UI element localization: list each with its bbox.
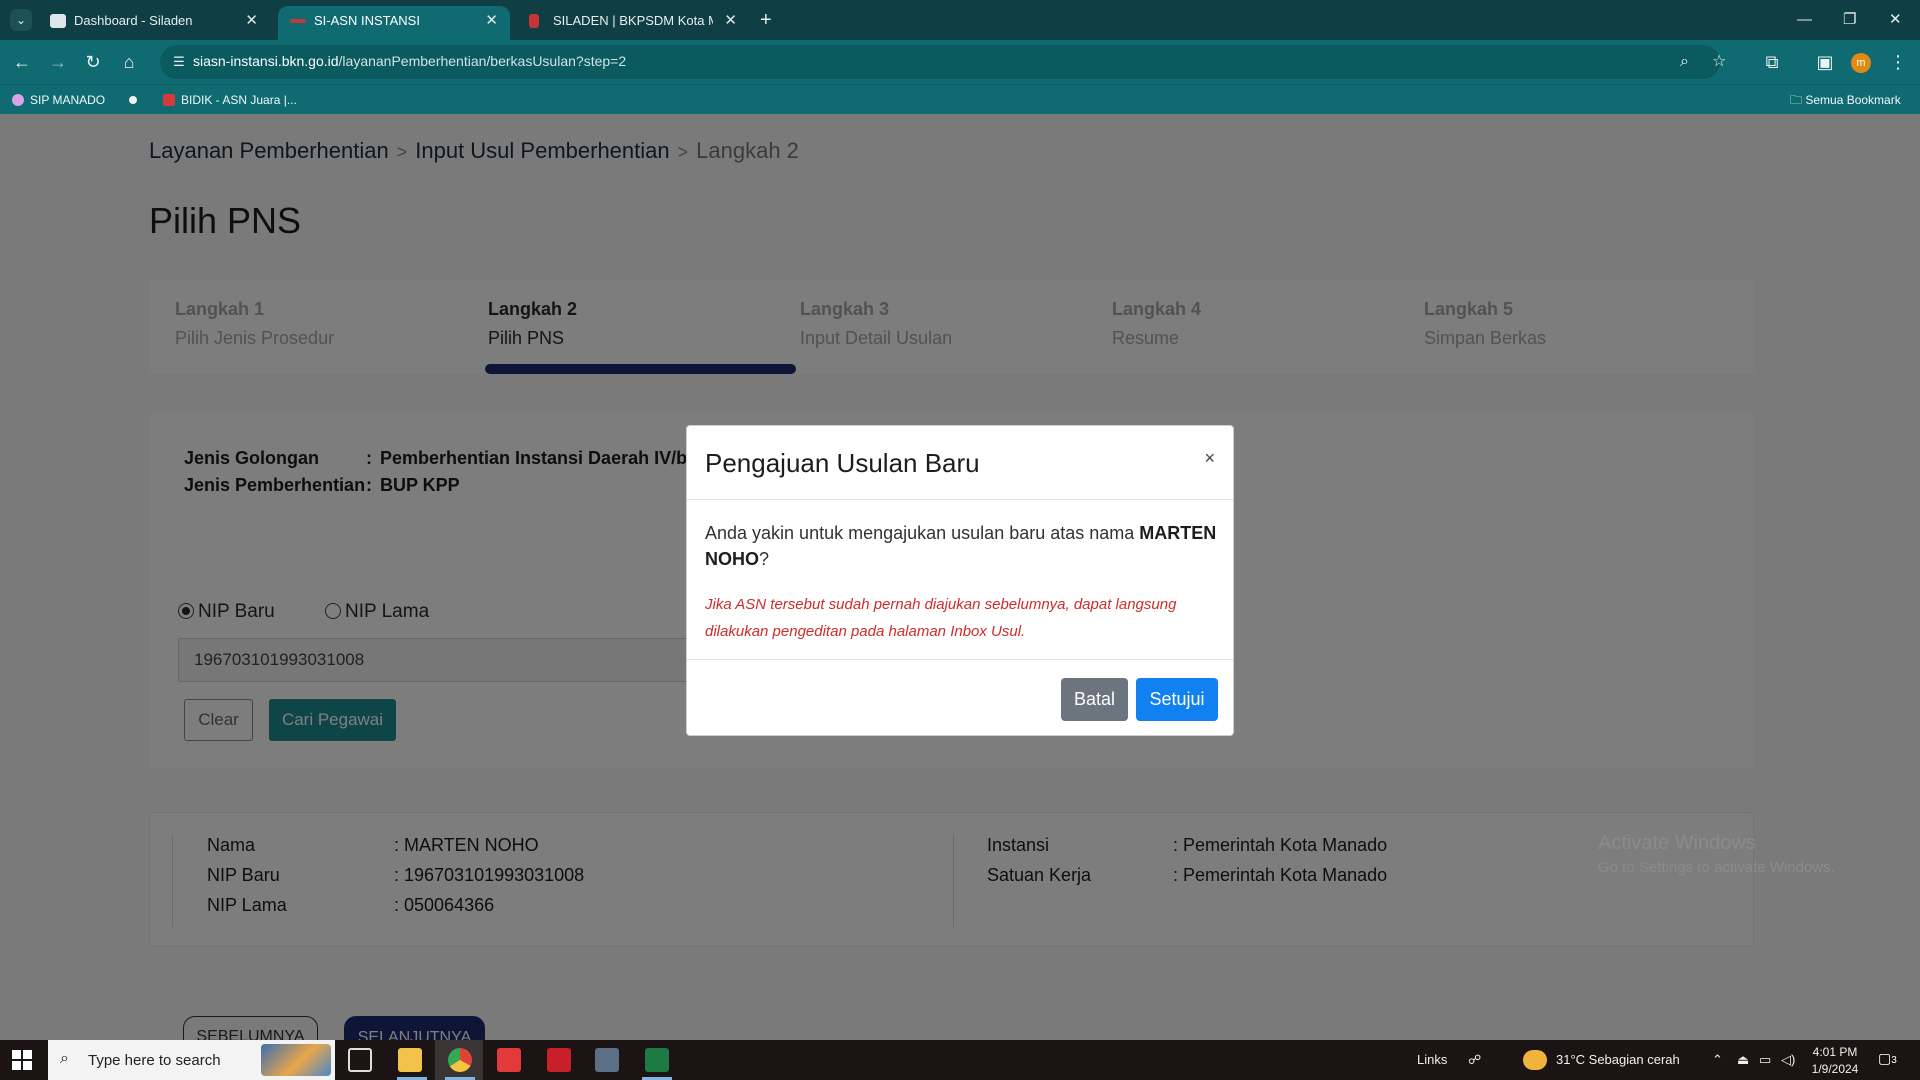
search-icon: ⌕: [60, 1050, 69, 1067]
activate-windows-watermark: Activate Windows Go to Settings to activ…: [1598, 832, 1835, 876]
windows-taskbar: ⌕ Type here to search Links ☍ 31°C Sebag…: [0, 1040, 1920, 1080]
calculator-icon[interactable]: [595, 1048, 619, 1072]
window-close-icon[interactable]: ✕: [1889, 6, 1902, 34]
siladen-favicon-icon: [50, 14, 66, 28]
close-tab-icon[interactable]: ✕: [245, 6, 258, 36]
bidik-favicon-icon: [163, 94, 175, 106]
modal-title: Pengajuan Usulan Baru: [705, 448, 980, 478]
tab-dashboard-siladen[interactable]: Dashboard - Siladen ✕: [38, 6, 270, 40]
profile-avatar[interactable]: m: [1851, 53, 1871, 73]
close-tab-icon[interactable]: ✕: [485, 6, 498, 36]
zoom-icon[interactable]: ⌕: [1680, 52, 1689, 72]
weather-text[interactable]: 31°C Sebagian cerah: [1556, 1052, 1680, 1067]
tab-siasn-instansi[interactable]: SI-ASN INSTANSI ✕: [278, 6, 510, 40]
address-bar[interactable]: ☰ siasn-instansi.bkn.go.id/layananPember…: [160, 45, 1726, 79]
taskbar-search[interactable]: ⌕ Type here to search: [48, 1040, 335, 1080]
windows-start-icon[interactable]: [12, 1050, 32, 1070]
tab-siladen-bkpsdm[interactable]: SILADEN | BKPSDM Kota Manado ✕: [517, 6, 749, 40]
chrome-taskbar-icon[interactable]: [448, 1048, 472, 1072]
reload-icon[interactable]: ↻: [81, 50, 105, 74]
taskbar-clock[interactable]: 4:01 PM 1/9/2024: [1805, 1044, 1865, 1078]
modal-warning: Jika ASN tersebut sudah pernah diajukan …: [705, 596, 1177, 640]
search-highlight-image: [261, 1044, 331, 1076]
bookmark-bidik[interactable]: BIDIK - ASN Juara |...: [163, 91, 297, 109]
batal-button[interactable]: Batal: [1061, 678, 1128, 721]
pdf-app-icon[interactable]: [547, 1048, 571, 1072]
setujui-button[interactable]: Setujui: [1136, 678, 1218, 721]
close-tab-icon[interactable]: ✕: [724, 6, 737, 36]
siasn-favicon-icon: [290, 19, 306, 23]
browser-toolbar: ← → ↻ ⌂ ☰ siasn-instansi.bkn.go.id/layan…: [0, 40, 1920, 84]
bookmark-chrome-icon[interactable]: [127, 91, 145, 109]
confirm-modal: Pengajuan Usulan Baru × Anda yakin untuk…: [686, 425, 1234, 736]
browser-tab-bar: ⌄ Dashboard - Siladen ✕ SI-ASN INSTANSI …: [0, 0, 1920, 40]
tray-chevron-icon[interactable]: ⌃: [1712, 1052, 1723, 1068]
usb-icon[interactable]: ⏏: [1737, 1052, 1749, 1068]
people-icon[interactable]: ☍: [1468, 1052, 1481, 1068]
tab-search-dropdown-icon[interactable]: ⌄: [10, 9, 32, 31]
sip-manado-favicon-icon: [12, 94, 24, 106]
menu-icon[interactable]: ⋮: [1886, 50, 1910, 74]
bkpsdm-favicon-icon: [529, 14, 539, 28]
weather-icon[interactable]: [1523, 1050, 1547, 1070]
back-icon[interactable]: ←: [10, 50, 34, 74]
bookmarks-bar: SIP MANADO BIDIK - ASN Juara |... 🗀 Semu…: [0, 84, 1920, 114]
notification-icon[interactable]: ▢3: [1878, 1050, 1900, 1070]
new-tab-icon[interactable]: +: [760, 6, 772, 34]
chrome-icon: [127, 94, 139, 106]
minimize-icon[interactable]: —: [1797, 6, 1812, 34]
excel-icon[interactable]: [645, 1048, 669, 1072]
folder-icon: 🗀: [1790, 93, 1806, 107]
url-text: siasn-instansi.bkn.go.id/layananPemberhe…: [193, 53, 627, 69]
site-info-icon[interactable]: ☰: [170, 53, 188, 71]
network-icon[interactable]: ▭: [1759, 1052, 1771, 1068]
side-panel-icon[interactable]: ▣: [1813, 50, 1837, 74]
modal-divider: [687, 659, 1233, 660]
forward-icon[interactable]: →: [46, 50, 70, 74]
anydesk-icon[interactable]: [497, 1048, 521, 1072]
task-view-icon[interactable]: [348, 1048, 372, 1072]
restore-icon[interactable]: ❐: [1843, 6, 1856, 34]
all-bookmarks[interactable]: 🗀 Semua Bookmark: [1790, 91, 1901, 109]
bookmark-star-icon[interactable]: ☆: [1712, 52, 1726, 72]
home-icon[interactable]: ⌂: [117, 50, 141, 74]
modal-divider: [687, 499, 1233, 500]
extensions-icon[interactable]: ⧉: [1760, 50, 1784, 74]
modal-message: Anda yakin untuk mengajukan usulan baru …: [705, 523, 1217, 569]
file-explorer-icon[interactable]: [398, 1048, 422, 1072]
links-toolbar[interactable]: Links: [1417, 1052, 1447, 1067]
modal-close-icon[interactable]: ×: [1204, 448, 1215, 469]
volume-icon[interactable]: ◁): [1781, 1052, 1795, 1068]
bookmark-sip-manado[interactable]: SIP MANADO: [12, 91, 105, 109]
